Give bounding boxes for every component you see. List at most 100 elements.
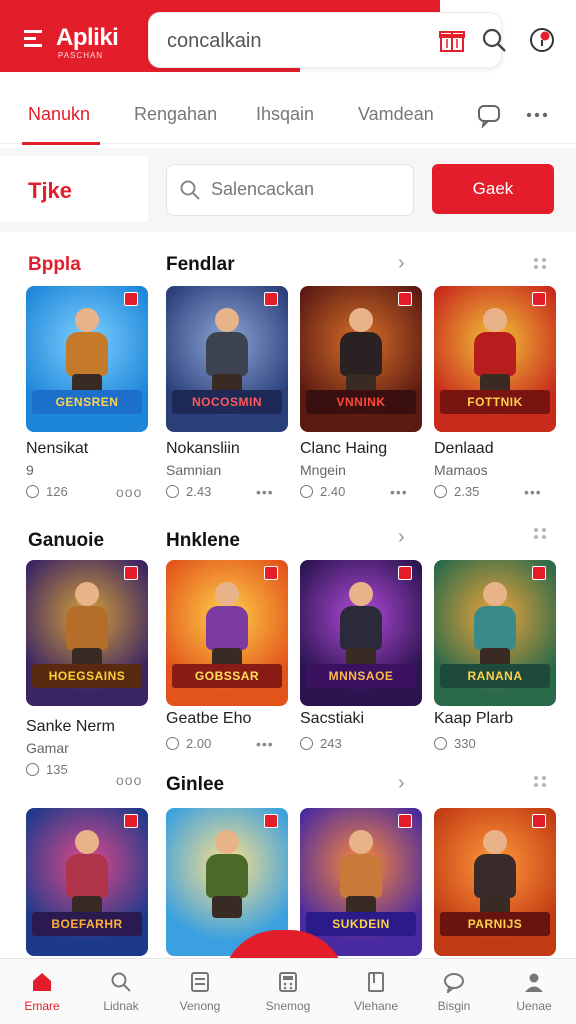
game-logo-text: HOEGSAINS (32, 664, 142, 688)
grid-dots-icon[interactable] (534, 528, 552, 540)
game-thumbnail[interactable]: RANANA (434, 560, 556, 706)
game-card[interactable]: HOEGSAINS Sanke Nerm Gamar 135 ооо (26, 560, 148, 788)
game-rating: 2.35 (454, 484, 480, 499)
chat-icon[interactable] (476, 102, 502, 130)
nav-label: Lidnak (103, 999, 139, 1013)
nav-home[interactable]: Emare (6, 959, 78, 1024)
section-label-5[interactable]: Ginlee (166, 774, 224, 796)
chevron-right-icon[interactable]: › (398, 526, 405, 549)
filter-chip[interactable]: Tjke (0, 156, 148, 222)
nav-search[interactable]: Lidnak (85, 959, 157, 1024)
rating-icon (26, 485, 39, 498)
header-search-text[interactable]: concalkain (167, 30, 262, 53)
app-logo-icon[interactable] (24, 30, 46, 48)
game-title[interactable]: Sanke Nerm (26, 718, 115, 736)
game-thumbnail[interactable]: FOTTNIK (434, 286, 556, 432)
character-art (200, 830, 254, 918)
game-thumbnail[interactable]: PARNIJS (434, 808, 556, 956)
nav-label: Bisgin (437, 999, 471, 1013)
game-card[interactable]: MNNSAOE Sacstiaki 243 (300, 560, 422, 780)
game-card[interactable]: SUKDEIN (300, 808, 422, 958)
notification-icon[interactable] (528, 26, 556, 54)
rating-icon (434, 737, 447, 750)
tab-4[interactable]: Vamdean (358, 104, 434, 125)
more-options-icon[interactable]: ••• (256, 736, 274, 752)
game-card[interactable]: GENSREN Nensikat 9 126 ооо (26, 286, 148, 506)
nav-profile[interactable]: Uenae (498, 959, 570, 1024)
character-art (60, 582, 114, 670)
nav-list[interactable]: Venong (164, 959, 236, 1024)
more-options-icon[interactable]: ооо (116, 484, 142, 500)
chat-icon (444, 973, 464, 993)
game-card[interactable]: FOTTNIK Denlaad Mamaos 2.35 ••• (434, 286, 556, 506)
game-title[interactable]: Clanc Haing (300, 440, 387, 458)
game-title[interactable]: Nensikat (26, 440, 88, 458)
more-options-icon[interactable]: ооо (116, 772, 142, 788)
game-logo-text: PARNIJS (440, 912, 550, 936)
search-icon (180, 180, 200, 200)
more-icon[interactable] (524, 102, 550, 128)
game-thumbnail[interactable]: GOBSSAR (166, 560, 288, 706)
nav-label: Snemog (265, 999, 311, 1013)
list-icon (191, 972, 209, 992)
bottom-navigation: Emare Lidnak Venong Snemog Vlehane Bisgi… (0, 958, 576, 1024)
more-options-icon[interactable]: ••• (524, 484, 542, 500)
nav-book[interactable]: Vlehane (340, 959, 412, 1024)
nav-label: Vlehane (353, 999, 399, 1013)
game-card[interactable]: NOCOSMIN Nokansliin Samnian 2.43 ••• (166, 286, 288, 506)
game-card[interactable]: BOEFARHR (26, 808, 148, 958)
rating-icon (434, 485, 447, 498)
secondary-search-input[interactable]: Salencackan (166, 164, 414, 216)
more-options-icon[interactable]: ••• (256, 484, 274, 500)
grid-dots-icon[interactable] (534, 258, 552, 270)
game-logo-text: GENSREN (32, 390, 142, 414)
badge-icon (532, 566, 546, 580)
section-label-3[interactable]: Ganuoie (28, 530, 104, 552)
game-logo-text: GOBSSAR (172, 664, 282, 688)
game-thumbnail[interactable]: BOEFARHR (26, 808, 148, 956)
filter-action-button[interactable]: Gaek (432, 164, 554, 214)
game-title[interactable]: Kaap Plarb (434, 710, 513, 728)
app-title[interactable]: Apliki (56, 24, 119, 52)
game-thumbnail[interactable]: VNNINK (300, 286, 422, 432)
game-subtitle: Mngein (300, 462, 346, 478)
game-rating: 243 (320, 736, 342, 751)
game-thumbnail[interactable]: NOCOSMIN (166, 286, 288, 432)
badge-icon (532, 292, 546, 306)
gift-icon[interactable] (438, 26, 466, 54)
game-thumbnail[interactable]: SUKDEIN (300, 808, 422, 956)
game-card[interactable]: PARNIJS (434, 808, 556, 958)
game-title[interactable]: Sacstiaki (300, 710, 364, 728)
chevron-right-icon[interactable]: › (398, 252, 405, 275)
game-thumbnail[interactable]: GENSREN (26, 286, 148, 432)
game-logo-text: SUKDEIN (306, 912, 416, 936)
grid-dots-icon[interactable] (534, 776, 552, 788)
game-subtitle: Gamar (26, 740, 69, 756)
chevron-right-icon[interactable]: › (398, 772, 405, 795)
tab-1[interactable]: Nanukn (28, 104, 90, 125)
nav-chat[interactable]: Bisgin (418, 959, 490, 1024)
game-thumbnail[interactable]: HOEGSAINS (26, 560, 148, 706)
search-icon[interactable] (480, 26, 508, 54)
section-label-4[interactable]: Hnklene (166, 530, 240, 552)
game-title[interactable]: Geatbe Eho (166, 710, 251, 728)
character-art (334, 830, 388, 918)
tab-2[interactable]: Rengahan (134, 104, 217, 125)
section-label-2[interactable]: Fendlar (166, 254, 235, 276)
badge-icon (398, 814, 412, 828)
game-card[interactable]: VNNINK Clanc Haing Mngein 2.40 ••• (300, 286, 422, 506)
game-title[interactable]: Denlaad (434, 440, 494, 458)
tab-3[interactable]: Ihsqain (256, 104, 314, 125)
game-thumbnail[interactable]: MNNSAOE (300, 560, 422, 706)
game-rating: 2.40 (320, 484, 346, 499)
active-tab-indicator (22, 142, 100, 145)
more-options-icon[interactable]: ••• (390, 484, 408, 500)
game-card[interactable]: RANANA Kaap Plarb 330 (434, 560, 556, 780)
nav-calculator[interactable]: Snemog (252, 959, 324, 1024)
game-title[interactable]: Nokansliin (166, 440, 240, 458)
game-subtitle: Mamaos (434, 462, 488, 478)
game-logo-text: VNNINK (306, 390, 416, 414)
badge-icon (264, 566, 278, 580)
game-card[interactable]: GOBSSAR Geatbe Eho 2.00 ••• (166, 560, 288, 780)
character-art (334, 582, 388, 670)
